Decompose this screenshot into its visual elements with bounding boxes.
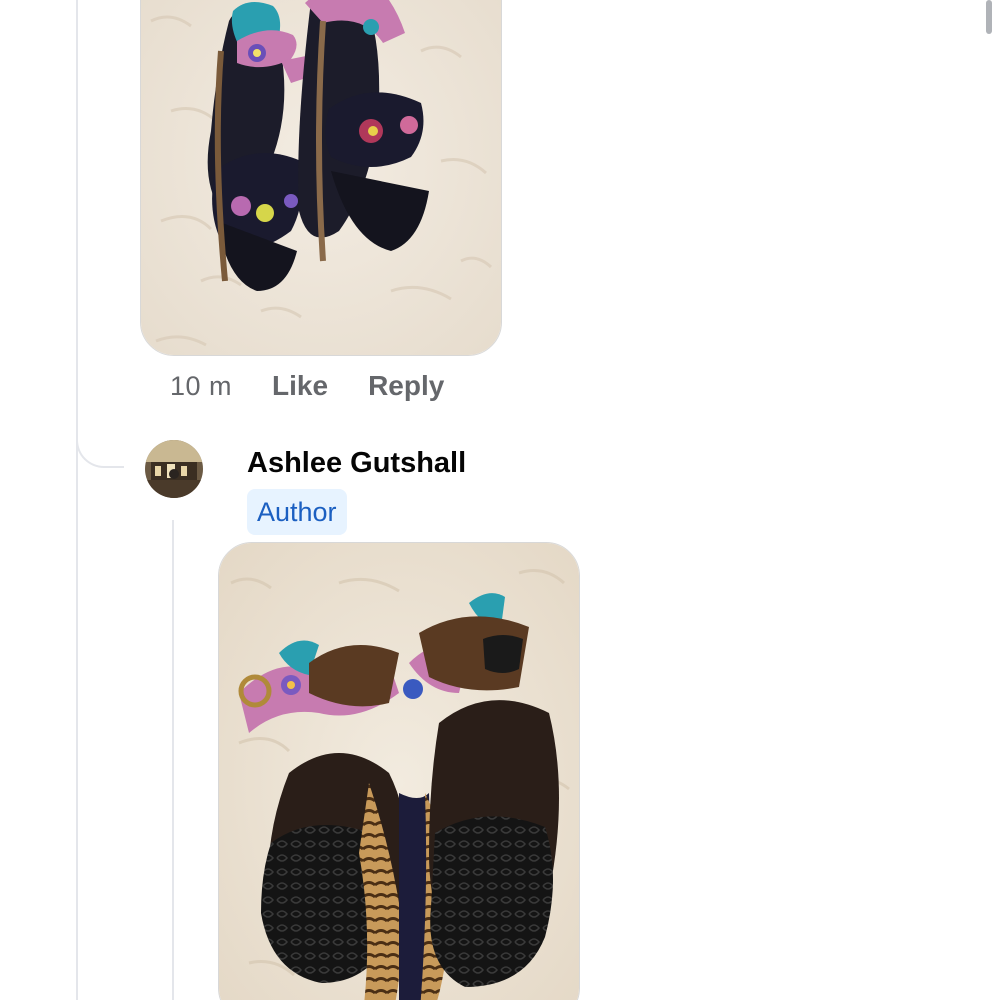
author-name[interactable]: Ashlee Gutshall (247, 447, 466, 480)
comment-photo-sandals-top[interactable] (140, 0, 502, 356)
scrollbar[interactable] (986, 0, 992, 34)
photo-black-floral-sandals-top-view-icon (141, 0, 501, 355)
like-button[interactable]: Like (272, 370, 328, 402)
comment-timestamp: 10 m (170, 370, 233, 401)
comment-actions: 10 m Like Reply (170, 366, 484, 406)
avatar-photo-icon (145, 440, 203, 498)
comment-photo-sandals-soles[interactable] (218, 542, 580, 1000)
author-avatar[interactable] (145, 440, 203, 498)
thread-connector-curve (76, 410, 124, 468)
reply-button[interactable]: Reply (368, 370, 444, 402)
photo-sandals-soles-view-icon (219, 543, 579, 1000)
comment-thread-page: 10 m Like Reply Ashlee Gutshall Author (0, 0, 1000, 1000)
author-badge: Author (247, 489, 347, 535)
thread-connector-line (76, 0, 78, 1000)
reply-thread-connector-line (172, 520, 174, 1000)
